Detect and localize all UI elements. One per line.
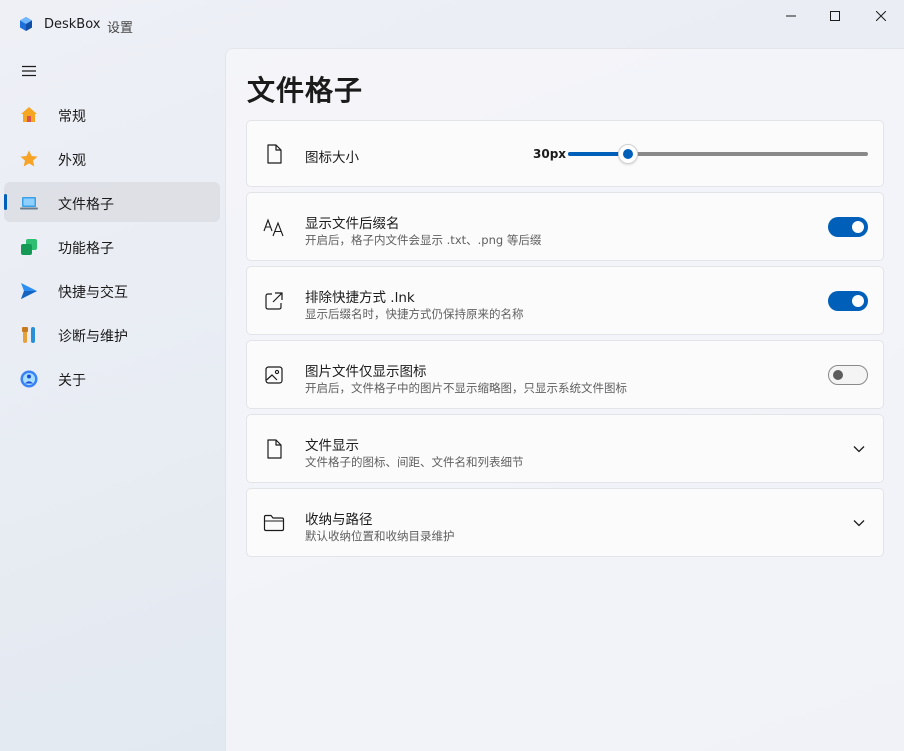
show-extension-toggle[interactable] xyxy=(828,217,868,237)
send-icon xyxy=(19,281,39,301)
title-bar: DeskBox 设置 xyxy=(0,0,904,48)
minimize-icon xyxy=(786,6,796,25)
sidebar-item-label: 功能格子 xyxy=(58,241,114,257)
exclude-lnk-toggle[interactable] xyxy=(828,291,868,311)
font-size-icon xyxy=(263,216,285,238)
sidebar-item-file-grid[interactable]: 文件格子 xyxy=(4,182,220,222)
setting-description: 显示后缀名时，快捷方式仍保持原来的名称 xyxy=(305,307,524,321)
setting-card-exclude-lnk: 排除快捷方式 .lnk 显示后缀名时，快捷方式仍保持原来的名称 xyxy=(246,266,884,335)
sidebar-item-about[interactable]: 关于 xyxy=(4,358,220,398)
menu-toggle-button[interactable] xyxy=(12,58,46,84)
chevron-down-icon[interactable] xyxy=(851,515,867,531)
chevron-down-icon[interactable] xyxy=(851,441,867,457)
maximize-button[interactable] xyxy=(812,0,858,30)
image-icon xyxy=(263,364,285,386)
setting-title: 排除快捷方式 .lnk xyxy=(305,290,415,306)
setting-description: 文件格子的图标、间距、文件名和列表细节 xyxy=(305,455,524,469)
setting-title: 图片文件仅显示图标 xyxy=(305,364,427,380)
main-content: 文件格子 图标大小 30px 显示文件后缀名 开启后，格子内文件会显示 .txt… xyxy=(225,48,904,751)
page-title: 文件格子 xyxy=(247,74,364,107)
open-external-icon xyxy=(263,290,285,312)
setting-card-show-extension: 显示文件后缀名 开启后，格子内文件会显示 .txt、.png 等后缀 xyxy=(246,192,884,261)
expander-file-display[interactable]: 文件显示 文件格子的图标、间距、文件名和列表细节 xyxy=(246,414,884,483)
sidebar-item-shortcuts[interactable]: 快捷与交互 xyxy=(4,270,220,310)
folder-icon xyxy=(263,512,285,534)
info-icon xyxy=(19,369,39,389)
sidebar-item-appearance[interactable]: 外观 xyxy=(4,138,220,178)
minimize-button[interactable] xyxy=(768,0,814,30)
setting-title: 图标大小 xyxy=(305,150,359,166)
sidebar-item-label: 常规 xyxy=(58,109,86,125)
sidebar-item-diagnostics[interactable]: 诊断与维护 xyxy=(4,314,220,354)
blocks-icon xyxy=(19,237,39,257)
file-icon xyxy=(263,438,285,460)
sidebar-item-label: 关于 xyxy=(58,373,86,389)
home-icon xyxy=(19,105,39,125)
setting-card-icon-size: 图标大小 30px xyxy=(246,120,884,187)
setting-card-image-icon-only: 图片文件仅显示图标 开启后，文件格子中的图片不显示缩略图，只显示系统文件图标 xyxy=(246,340,884,409)
sidebar-item-label: 诊断与维护 xyxy=(58,329,128,345)
sidebar-item-label: 快捷与交互 xyxy=(58,285,128,301)
slider-value: 30px xyxy=(533,147,567,161)
setting-title: 文件显示 xyxy=(305,438,359,454)
window-subtitle: 设置 xyxy=(107,21,134,36)
close-button[interactable] xyxy=(858,0,904,30)
sidebar-item-label: 文件格子 xyxy=(58,197,114,213)
hamburger-icon xyxy=(21,62,37,81)
slider-thumb[interactable] xyxy=(618,144,638,164)
sidebar-item-general[interactable]: 常规 xyxy=(4,94,220,134)
icon-size-slider[interactable] xyxy=(568,144,868,164)
sidebar-item-function-grid[interactable]: 功能格子 xyxy=(4,226,220,266)
setting-title: 收纳与路径 xyxy=(305,512,373,528)
setting-description: 开启后，格子内文件会显示 .txt、.png 等后缀 xyxy=(305,233,542,247)
laptop-icon xyxy=(19,193,39,213)
app-logo-icon xyxy=(18,16,34,32)
expander-storage-paths[interactable]: 收纳与路径 默认收纳位置和收纳目录维护 xyxy=(246,488,884,557)
star-icon xyxy=(19,149,39,169)
setting-title: 显示文件后缀名 xyxy=(305,216,400,232)
sidebar-item-label: 外观 xyxy=(58,153,86,169)
close-icon xyxy=(875,6,887,25)
app-title: DeskBox xyxy=(44,17,101,32)
image-icon-only-toggle[interactable] xyxy=(828,365,868,385)
file-icon xyxy=(263,143,285,165)
setting-description: 默认收纳位置和收纳目录维护 xyxy=(305,529,455,543)
maximize-icon xyxy=(830,6,840,25)
tools-icon xyxy=(19,325,39,345)
setting-description: 开启后，文件格子中的图片不显示缩略图，只显示系统文件图标 xyxy=(305,381,627,395)
